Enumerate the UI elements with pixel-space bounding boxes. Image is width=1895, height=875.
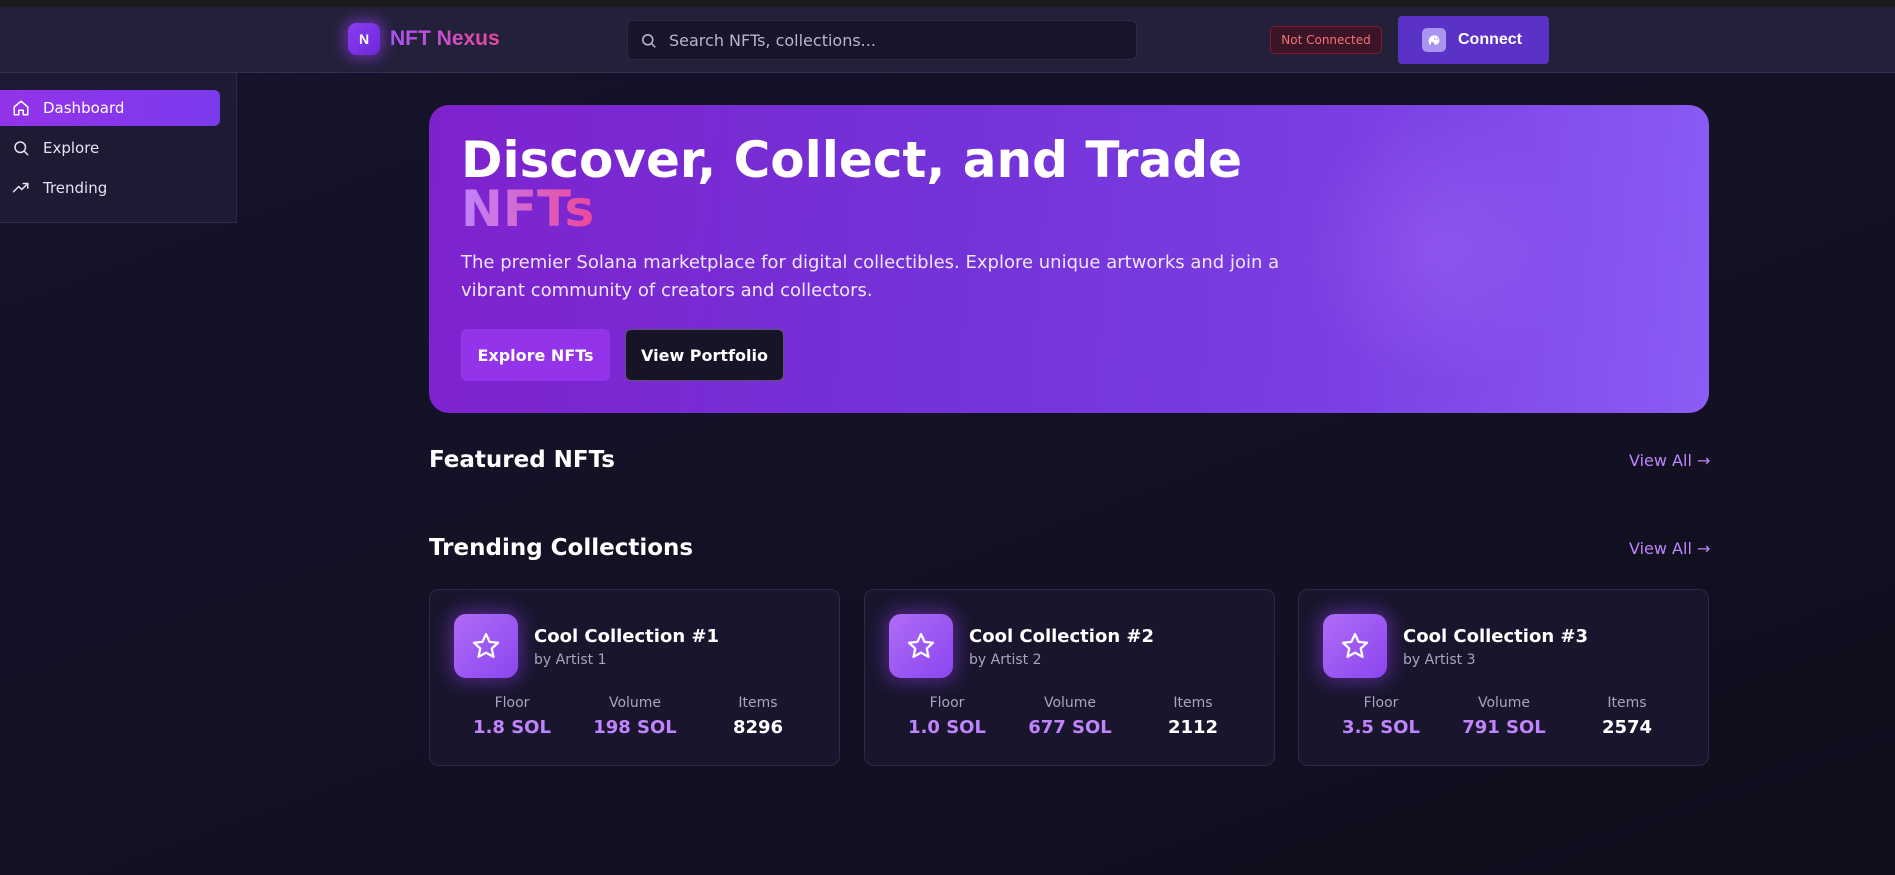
volume-stat: Volume 677 SOL xyxy=(1010,695,1130,738)
items-stat: Items 2574 xyxy=(1567,695,1687,738)
search-icon xyxy=(642,33,656,48)
volume-stat: Volume 791 SOL xyxy=(1444,695,1564,738)
sidebar-item-label: Trending xyxy=(43,179,108,197)
floor-label: Floor xyxy=(494,695,530,711)
logo[interactable]: N NFT Nexus xyxy=(348,23,500,55)
sidebar-item-explore[interactable]: Explore xyxy=(0,130,220,166)
items-label: Items xyxy=(738,695,778,711)
volume-label: Volume xyxy=(608,695,662,711)
sidebar-item-trending[interactable]: Trending xyxy=(0,170,220,206)
view-portfolio-button[interactable]: View Portfolio xyxy=(625,329,784,381)
top-navbar: N NFT Nexus Not Connected Connect xyxy=(0,7,1895,73)
search-bar[interactable] xyxy=(627,20,1137,60)
volume-value: 198 SOL xyxy=(593,717,677,738)
volume-stat: Volume 198 SOL xyxy=(575,695,695,738)
floor-value: 1.0 SOL xyxy=(908,717,986,738)
hero-title: Discover, Collect, and Trade xyxy=(461,131,1243,189)
collection-name: Cool Collection #1 xyxy=(534,626,720,647)
featured-view-all-link[interactable]: View All → xyxy=(1629,451,1710,470)
hero-banner: Discover, Collect, and Trade NFTs The pr… xyxy=(429,105,1709,413)
connect-wallet-button[interactable]: Connect xyxy=(1398,16,1549,64)
star-icon xyxy=(889,614,953,678)
app-name: NFT Nexus xyxy=(390,27,500,50)
sidebar-item-label: Dashboard xyxy=(43,99,125,117)
sidebar: Dashboard Explore Trending xyxy=(0,73,237,223)
featured-nfts-title: Featured NFTs xyxy=(429,447,615,473)
collection-name: Cool Collection #3 xyxy=(1403,626,1589,647)
collection-artist: by Artist 3 xyxy=(1403,652,1476,668)
collection-artist: by Artist 1 xyxy=(534,652,607,668)
collection-card[interactable]: Cool Collection #2 by Artist 2 Floor 1.0… xyxy=(864,589,1275,766)
trending-up-icon xyxy=(12,182,29,193)
items-stat: Items 2112 xyxy=(1133,695,1253,738)
floor-stat: Floor 1.0 SOL xyxy=(887,695,1007,738)
floor-label: Floor xyxy=(1363,695,1399,711)
star-icon xyxy=(1323,614,1387,678)
items-value: 2112 xyxy=(1167,717,1219,738)
search-input[interactable] xyxy=(669,30,1109,50)
top-strip xyxy=(0,0,1895,7)
items-label: Items xyxy=(1173,695,1213,711)
volume-value: 677 SOL xyxy=(1028,717,1112,738)
hero-title-accent: NFTs xyxy=(461,180,595,238)
volume-label: Volume xyxy=(1477,695,1531,711)
connect-label: Connect xyxy=(1458,31,1522,48)
logo-mark: N xyxy=(348,23,380,55)
collection-artist: by Artist 2 xyxy=(969,652,1042,668)
trending-collections-title: Trending Collections xyxy=(429,535,694,561)
collection-card[interactable]: Cool Collection #3 by Artist 3 Floor 3.5… xyxy=(1298,589,1709,766)
floor-value: 3.5 SOL xyxy=(1342,717,1420,738)
trending-view-all-link[interactable]: View All → xyxy=(1629,539,1710,558)
floor-stat: Floor 3.5 SOL xyxy=(1321,695,1441,738)
collection-card[interactable]: Cool Collection #1 by Artist 1 Floor 1.8… xyxy=(429,589,840,766)
floor-value: 1.8 SOL xyxy=(473,717,551,738)
items-value: 8296 xyxy=(732,717,784,738)
items-label: Items xyxy=(1607,695,1647,711)
collection-name: Cool Collection #2 xyxy=(969,626,1155,647)
floor-label: Floor xyxy=(929,695,965,711)
explore-nfts-button[interactable]: Explore NFTs xyxy=(461,329,610,381)
home-icon xyxy=(13,100,29,116)
items-stat: Items 8296 xyxy=(698,695,818,738)
sidebar-item-dashboard[interactable]: Dashboard xyxy=(0,90,220,126)
hero-subtitle: The premier Solana marketplace for digit… xyxy=(461,252,1280,301)
floor-stat: Floor 1.8 SOL xyxy=(452,695,572,738)
connection-status-badge: Not Connected xyxy=(1270,26,1382,54)
search-icon xyxy=(14,141,29,156)
star-icon xyxy=(454,614,518,678)
sidebar-item-label: Explore xyxy=(43,139,100,157)
items-value: 2574 xyxy=(1601,717,1653,738)
volume-label: Volume xyxy=(1043,695,1097,711)
wallet-ghost-icon xyxy=(1422,28,1446,52)
volume-value: 791 SOL xyxy=(1462,717,1546,738)
